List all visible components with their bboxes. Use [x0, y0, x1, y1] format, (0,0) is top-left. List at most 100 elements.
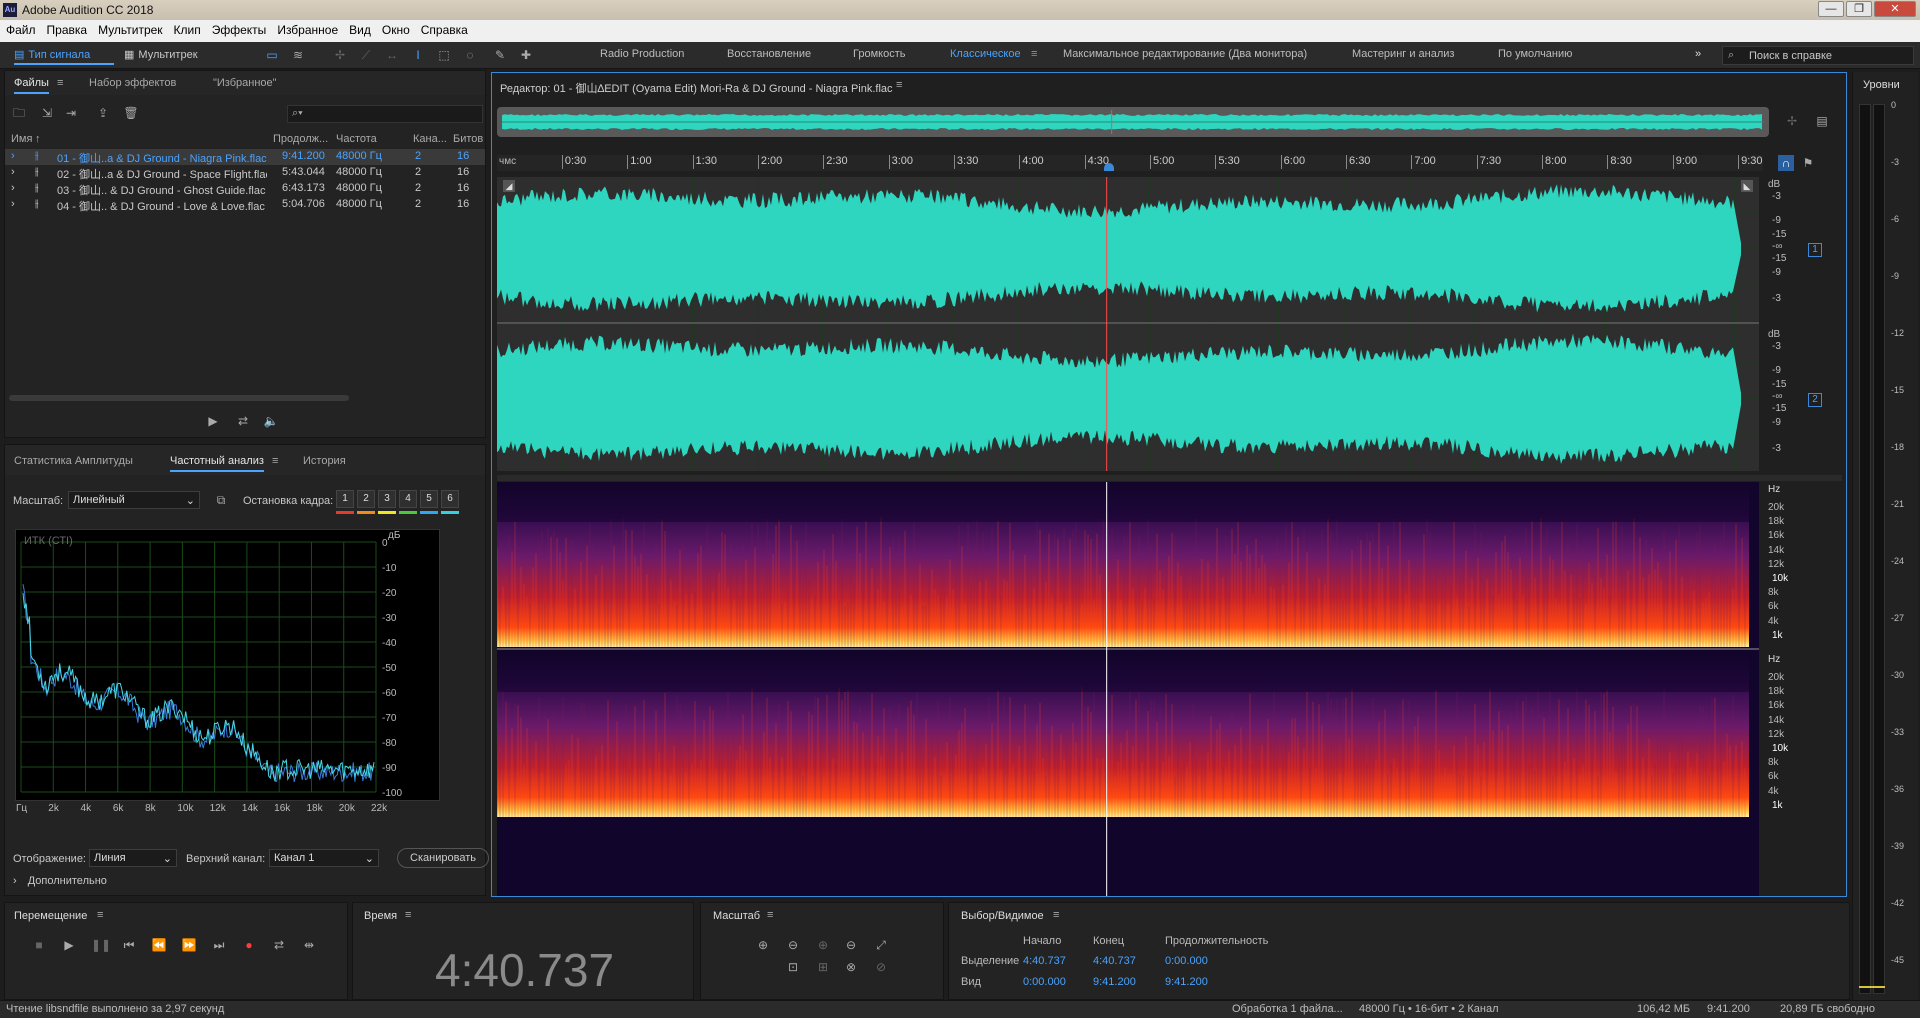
menu-multitrack[interactable]: Мультитрек [92, 20, 167, 37]
record-icon[interactable]: ● [241, 937, 257, 953]
workspace-menu-icon[interactable]: ≡ [1031, 48, 1037, 60]
skip-selection-icon[interactable]: ⇹ [301, 937, 317, 953]
menu-favorites[interactable]: Избранное [271, 20, 343, 37]
selection-end[interactable]: 4:40.737 [1093, 955, 1136, 967]
fade-in-handle[interactable]: ◢ [503, 180, 515, 192]
files-search-input[interactable]: ⌕▾ [287, 105, 483, 123]
move-tool-icon[interactable]: ✢ [332, 47, 348, 63]
view-start[interactable]: 0:00.000 [1023, 976, 1066, 988]
hold-button[interactable]: 2 [357, 490, 375, 508]
file-row[interactable]: › ⫲ 01 - 御山..a & DJ Ground - Niagra Pink.f… [5, 149, 485, 165]
waveform-area[interactable]: ◢ ◣ [497, 177, 1759, 471]
tab-frequency-analysis[interactable]: Частотный анализ [170, 455, 264, 472]
file-row[interactable]: › ⫲ 04 - 御山.. & DJ Ground - Love & Love.fl… [5, 197, 485, 213]
loop-preview-icon[interactable]: ⇄ [235, 413, 251, 429]
selection-menu-icon[interactable]: ≡ [1053, 909, 1059, 921]
zoom-to-selection-icon[interactable]: ⊡ [785, 959, 801, 975]
more-workspaces-icon[interactable]: » [1695, 48, 1701, 60]
spot-healing-tool-icon[interactable]: ✚ [518, 47, 534, 63]
menu-effects[interactable]: Эффекты [206, 20, 272, 37]
chevron-right-icon[interactable]: › [11, 198, 15, 210]
menu-window[interactable]: Окно [376, 20, 415, 37]
insert-into-multitrack-icon[interactable]: ⇥ [63, 105, 79, 121]
tab-favorites[interactable]: "Избранное" [213, 77, 277, 89]
time-ruler[interactable]: чмс 0:30 1:00 1:30 2:00 2:30 3:00 3:30 4:00 4:30… [497, 155, 1763, 171]
chevron-right-icon[interactable]: › [11, 166, 15, 178]
workspace-edit-dual-monitor[interactable]: Максимальное редактирование (Два монитор… [1063, 48, 1307, 60]
workspace-loudness[interactable]: Громкость [853, 48, 905, 60]
snap-icon[interactable]: ∩ [1778, 155, 1794, 171]
close-button[interactable]: ✕ [1874, 1, 1916, 17]
zoom-to-start-icon[interactable]: ⊞ [815, 959, 831, 975]
scale-select[interactable]: Линейный ⌄ [68, 491, 200, 509]
panel-options-icon[interactable]: ▤ [1814, 113, 1830, 129]
column-name[interactable]: Имя [11, 133, 32, 145]
tab-history[interactable]: История [303, 455, 346, 467]
spectral-display-icon[interactable]: ≋ [290, 47, 306, 63]
brush-tool-icon[interactable]: ✎ [492, 47, 508, 63]
time-display[interactable]: 4:40.737 [435, 943, 614, 997]
multitrack-view-button[interactable]: ▦ Мультитрек [124, 46, 214, 65]
import-file-icon[interactable]: ⇲ [39, 105, 55, 121]
column-rate[interactable]: Частота [336, 133, 377, 145]
selection-duration[interactable]: 0:00.000 [1165, 955, 1208, 967]
zoom-reset-icon[interactable]: ⊘ [873, 959, 889, 975]
files-scrollbar[interactable] [9, 395, 349, 401]
export-icon[interactable]: ⇪ [95, 105, 111, 121]
tab-amplitude-statistics[interactable]: Статистика Амплитуды [14, 455, 133, 467]
scan-button[interactable]: Сканировать [397, 848, 489, 868]
file-row[interactable]: › ⫲ 03 - 御山.. & DJ Ground - Ghost Guide.fl… [5, 181, 485, 197]
copy-graph-icon[interactable]: ⧉ [213, 492, 229, 508]
menu-edit[interactable]: Правка [41, 20, 93, 37]
workspace-restoration[interactable]: Восстановление [727, 48, 811, 60]
workspace-mastering[interactable]: Мастеринг и анализ [1352, 48, 1454, 60]
loop-playback-icon[interactable]: ⇄ [271, 937, 287, 953]
pause-icon[interactable]: ❚❚ [91, 937, 111, 953]
rewind-icon[interactable]: ⏪ [151, 937, 167, 953]
zoom-in-amplitude-icon[interactable]: ⊕ [755, 937, 771, 953]
view-duration[interactable]: 9:41.200 [1165, 976, 1208, 988]
channel-badge[interactable]: 2 [1808, 393, 1822, 407]
help-search-field[interactable]: ⌕ Поиск в справке [1722, 46, 1914, 65]
workspace-classic[interactable]: Классическое [950, 48, 1021, 60]
time-selection-tool-icon[interactable]: I [410, 47, 426, 63]
zoom-out-full-icon[interactable]: ⤢ [873, 937, 889, 953]
marquee-tool-icon[interactable]: ⬚ [436, 47, 452, 63]
selection-start[interactable]: 4:40.737 [1023, 955, 1066, 967]
files-tab-menu-icon[interactable]: ≡ [57, 77, 63, 89]
column-duration[interactable]: Продолж... [273, 133, 328, 145]
column-channels[interactable]: Кана... [413, 133, 447, 145]
hold-button[interactable]: 3 [378, 490, 396, 508]
waveform-view-button[interactable]: ▤ Тип сигнала [14, 46, 114, 65]
zoom-out-time-icon[interactable]: ⊖ [843, 937, 859, 953]
tab-files[interactable]: Файлы [14, 77, 49, 94]
chevron-right-icon[interactable]: › [11, 150, 15, 162]
slip-tool-icon[interactable]: ↔ [384, 47, 400, 63]
zoom-fit-icon[interactable]: ✢ [1784, 113, 1800, 129]
skip-to-end-icon[interactable]: ⏭ [211, 937, 227, 953]
chevron-right-icon[interactable]: › [11, 182, 15, 194]
zoom-menu-icon[interactable]: ≡ [767, 909, 773, 921]
display-select[interactable]: Линия ⌄ [89, 849, 177, 867]
zoom-out-amplitude-icon[interactable]: ⊖ [785, 937, 801, 953]
channel-badge[interactable]: 1 [1808, 243, 1822, 257]
play-preview-icon[interactable]: ▶ [205, 413, 221, 429]
fast-forward-icon[interactable]: ⏩ [181, 937, 197, 953]
stop-icon[interactable]: ■ [31, 937, 47, 953]
hold-button[interactable]: 6 [441, 490, 459, 508]
maximize-button[interactable]: ❐ [1846, 1, 1872, 17]
spectral-divider[interactable] [497, 475, 1842, 481]
marker-icon[interactable]: ⚑ [1800, 155, 1816, 171]
skip-to-start-icon[interactable]: ⏮ [121, 937, 137, 953]
zoom-in-selection-icon[interactable]: ⊗ [843, 959, 859, 975]
transport-menu-icon[interactable]: ≡ [97, 909, 103, 921]
lasso-tool-icon[interactable]: ◌ [462, 47, 478, 63]
file-row[interactable]: › ⫲ 02 - 御山..a & DJ Ground - Space Flight.… [5, 165, 485, 181]
hold-button[interactable]: 4 [399, 490, 417, 508]
zoom-in-time-icon[interactable]: ⊕ [815, 937, 831, 953]
workspace-radio-production[interactable]: Radio Production [600, 48, 684, 60]
hold-button[interactable]: 1 [336, 490, 354, 508]
workspace-default[interactable]: По умолчанию [1498, 48, 1572, 60]
column-bits[interactable]: Битов [453, 133, 483, 145]
tab-effects-rack[interactable]: Набор эффектов [89, 77, 176, 89]
